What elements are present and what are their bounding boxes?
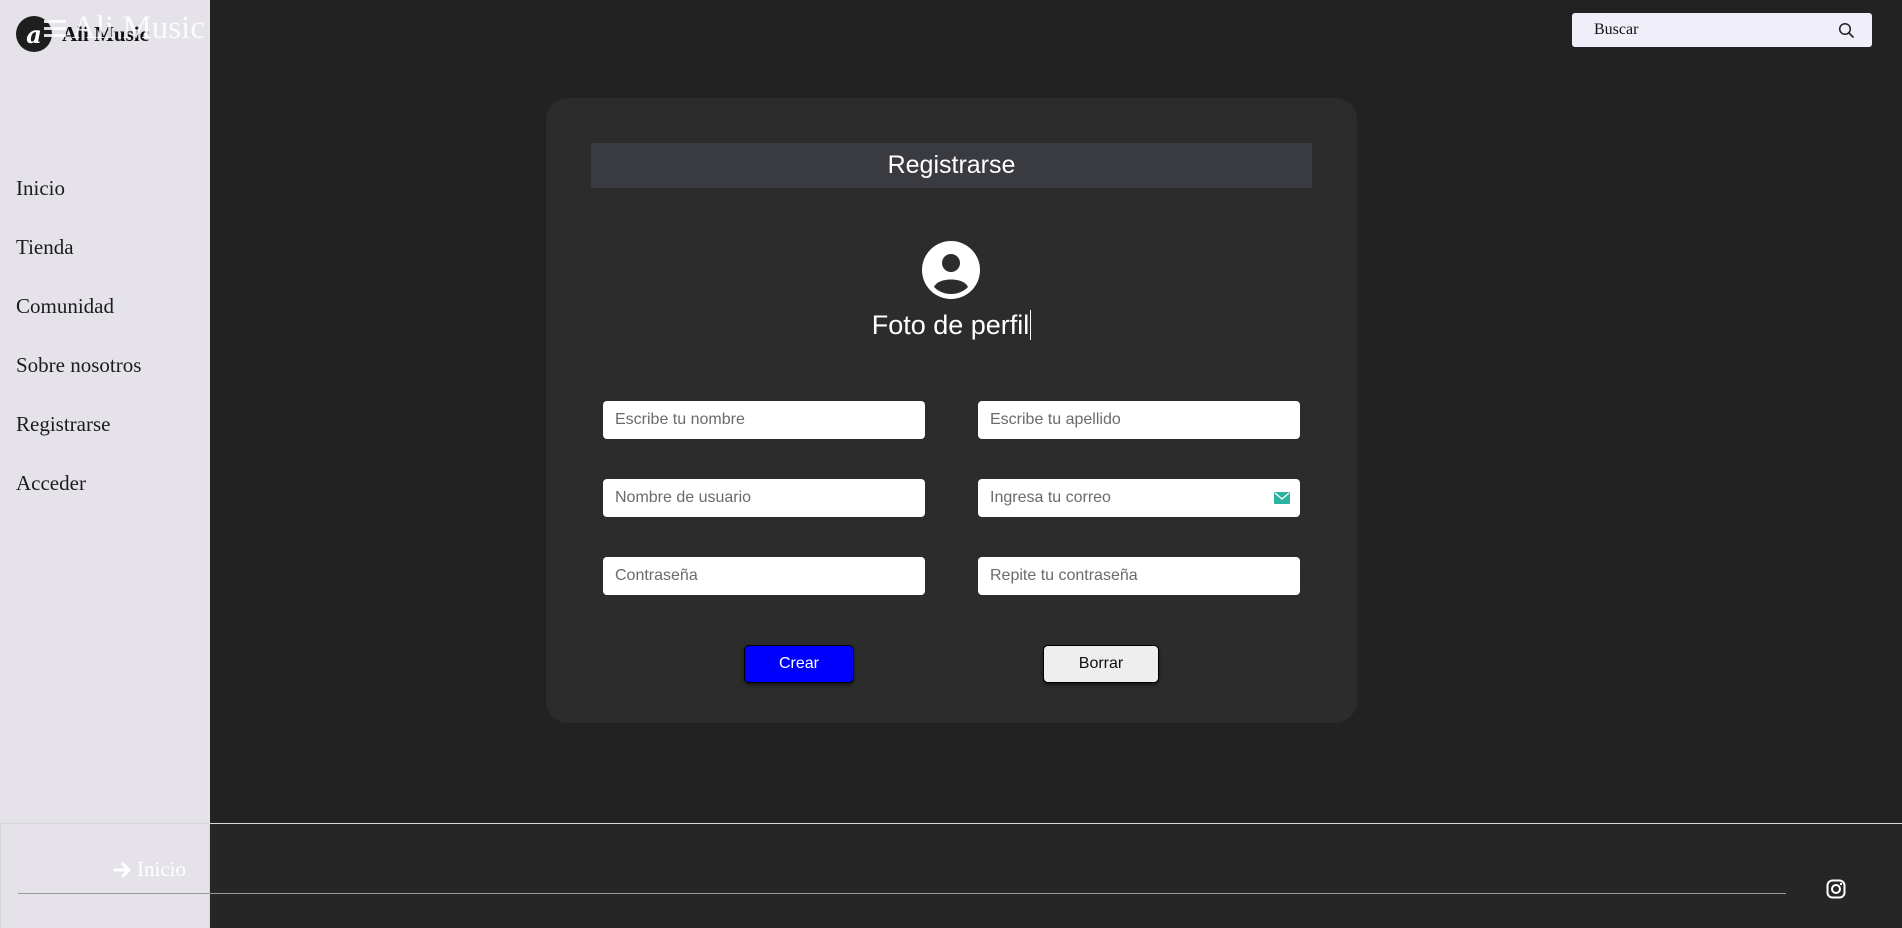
- email-field: [978, 479, 1300, 517]
- user-avatar-icon[interactable]: [922, 241, 980, 299]
- text-cursor: [1030, 310, 1032, 340]
- search-input[interactable]: [1592, 20, 1838, 40]
- sidebar: a Ali Music Inicio Tienda Comunidad Sobr…: [0, 0, 210, 927]
- menu-icon[interactable]: [44, 16, 66, 41]
- clear-button[interactable]: Borrar: [1043, 645, 1159, 683]
- last-name-field: [978, 401, 1300, 439]
- header-title: Ali Music: [44, 10, 205, 47]
- profile-photo-label[interactable]: Foto de perfil: [546, 310, 1357, 341]
- sidebar-item-inicio[interactable]: Inicio: [16, 172, 141, 231]
- sidebar-item-tienda[interactable]: Tienda: [16, 231, 141, 290]
- password-field: [603, 557, 925, 595]
- mail-icon: [1274, 492, 1290, 504]
- sidebar-item-acceder[interactable]: Acceder: [16, 467, 141, 526]
- search-icon[interactable]: [1838, 22, 1854, 38]
- footer-divider: [18, 893, 1786, 894]
- profile-photo-text: Foto de perfil: [871, 310, 1030, 340]
- sidebar-nav: Inicio Tienda Comunidad Sobre nosotros R…: [16, 172, 141, 526]
- last-name-input[interactable]: [988, 410, 1290, 430]
- register-title: Registrarse: [591, 143, 1312, 188]
- sidebar-item-registrarse[interactable]: Registrarse: [16, 408, 141, 467]
- instagram-icon[interactable]: [1826, 879, 1846, 899]
- create-button[interactable]: Crear: [744, 645, 854, 683]
- footer: Inicio: [0, 823, 1902, 928]
- sidebar-item-sobre-nosotros[interactable]: Sobre nosotros: [16, 349, 141, 408]
- password-repeat-field: [978, 557, 1300, 595]
- register-card: Registrarse Foto de perfil Crear Borrar: [546, 98, 1357, 723]
- username-field: [603, 479, 925, 517]
- sidebar-item-comunidad[interactable]: Comunidad: [16, 290, 141, 349]
- password-repeat-input[interactable]: [988, 566, 1290, 586]
- username-input[interactable]: [613, 488, 915, 508]
- footer-link-label: Inicio: [137, 857, 186, 881]
- arrow-right-icon: [113, 862, 131, 877]
- footer-link-inicio[interactable]: Inicio: [113, 857, 186, 882]
- password-input[interactable]: [613, 566, 915, 586]
- first-name-input[interactable]: [613, 410, 915, 430]
- search-bar: [1572, 13, 1872, 47]
- email-input[interactable]: [988, 488, 1274, 508]
- first-name-field: [603, 401, 925, 439]
- header-title-text: Ali Music: [72, 10, 205, 46]
